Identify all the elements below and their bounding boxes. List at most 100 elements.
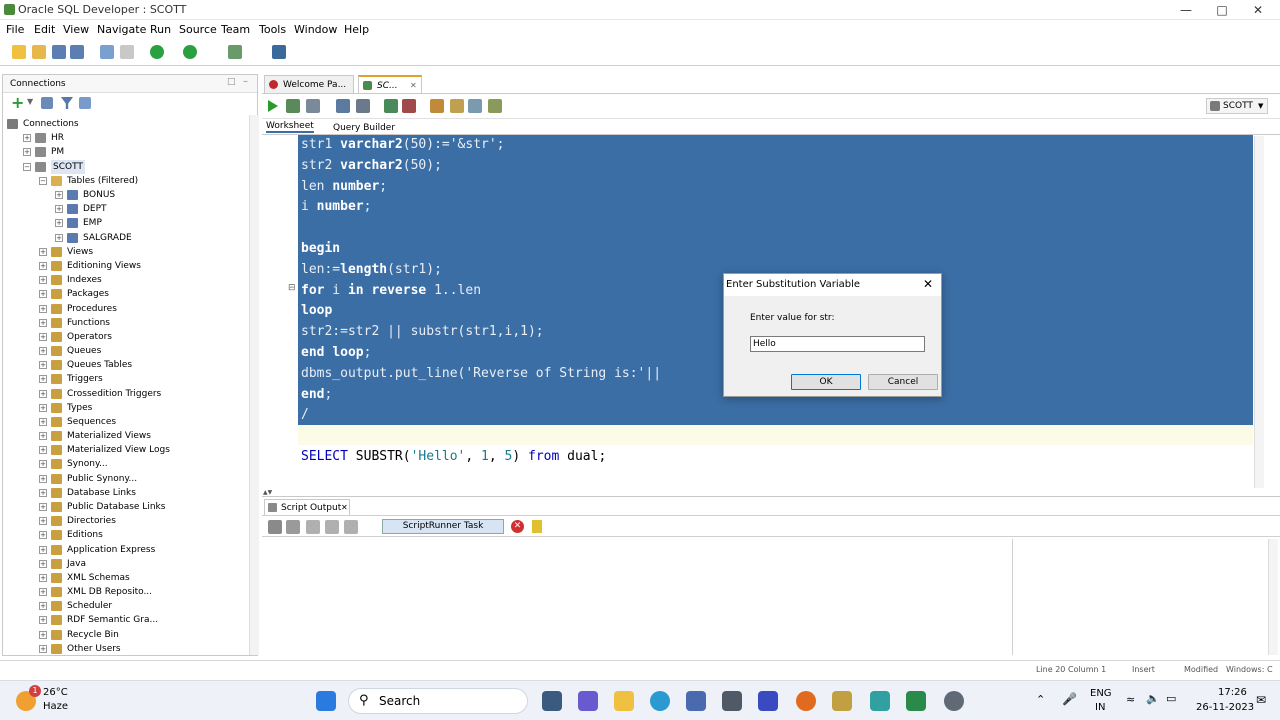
node-views[interactable]: + Views [3,245,247,259]
run-script-icon[interactable] [286,99,300,113]
wifi-icon[interactable]: ≈ [1126,693,1135,706]
expand-icon[interactable]: + [23,148,31,157]
taskbar-search[interactable]: ⚲ Search [348,688,528,714]
menu-team[interactable]: Team [221,23,250,36]
splitter-arrows-icon[interactable]: ▲▼ [263,489,283,496]
expand-icon[interactable]: + [39,545,47,554]
menu-view[interactable]: View [63,23,89,36]
expand-icon[interactable]: + [39,531,47,540]
schema-browser-icon[interactable] [79,97,91,109]
connection-pm[interactable]: + PM [3,145,247,159]
node-types[interactable]: + Types [3,401,247,415]
node-java[interactable]: + Java [3,557,247,571]
expand-icon[interactable]: + [39,503,47,512]
expand-icon[interactable]: + [39,375,47,384]
node-tables[interactable]: − Tables (Filtered) [3,174,247,188]
expand-icon[interactable]: + [39,417,47,426]
expand-icon[interactable]: + [39,261,47,270]
node-materialized-views[interactable]: + Materialized Views [3,429,247,443]
scriptrunner-task[interactable]: ScriptRunner Task [382,519,504,534]
maximize-icon[interactable]: □ [1204,0,1240,20]
connection-selector[interactable]: SCOTT ▼ [1206,98,1268,114]
cancel-task-icon[interactable]: ✕ [511,520,524,533]
table-bonus[interactable]: + BONUS [3,188,247,202]
explain-plan-icon[interactable] [336,99,350,113]
query-line[interactable]: SELECT SUBSTR('Hello', 1, 5) from dual; [301,447,606,467]
run-icon[interactable] [228,45,242,59]
tab-welcome-page[interactable]: Welcome Pa... [264,75,354,93]
node-triggers[interactable]: + Triggers [3,372,247,386]
expand-icon[interactable]: + [55,233,63,242]
node-xml-schemas[interactable]: + XML Schemas [3,571,247,585]
subtab-query-builder[interactable]: Query Builder [333,123,395,133]
expand-icon[interactable]: + [39,517,47,526]
microphone-icon[interactable]: 🎤 [1062,692,1077,706]
tab-script-output[interactable]: Script Output ✕ [264,499,350,515]
expand-icon[interactable]: + [55,205,63,214]
unshared-sql-icon[interactable] [430,99,444,113]
redo-icon[interactable] [120,45,134,59]
expand-icon[interactable]: + [39,630,47,639]
tab-scott[interactable]: SC... ✕ [358,75,422,93]
expand-icon[interactable]: + [39,318,47,327]
node-operators[interactable]: + Operators [3,330,247,344]
output-scrollbar[interactable] [1268,539,1278,655]
pin-icon[interactable] [268,520,282,534]
run-statement-icon[interactable] [268,100,278,112]
expand-icon[interactable]: + [39,588,47,597]
node-database-links[interactable]: + Database Links [3,486,247,500]
expand-icon[interactable]: + [39,361,47,370]
app-icon-2[interactable] [758,691,778,711]
clock-time[interactable]: 17:26 [1218,687,1247,698]
fold-icon[interactable]: ⊟ [288,283,296,293]
eraser-icon[interactable] [286,520,300,534]
expand-icon[interactable]: + [39,602,47,611]
menu-source[interactable]: Source [179,23,217,36]
minimize-icon[interactable]: — [1168,0,1204,20]
expand-icon[interactable]: + [39,247,47,256]
expand-icon[interactable]: + [39,488,47,497]
minimize-panel-icon[interactable]: □ [227,77,236,87]
new-icon[interactable] [12,45,26,59]
dialog-close-icon[interactable]: ✕ [923,277,933,291]
close-panel-icon[interactable]: – [243,76,248,87]
expand-icon[interactable]: + [39,573,47,582]
tree-root-connections[interactable]: Connections [3,117,247,131]
node-queues-tables[interactable]: + Queues Tables [3,358,247,372]
expand-icon[interactable]: + [39,403,47,412]
edge-icon[interactable] [650,691,670,711]
node-other-users[interactable]: + Other Users [3,642,247,656]
expand-icon[interactable]: + [55,191,63,199]
battery-icon[interactable]: ▭ [1166,692,1176,705]
save-icon[interactable] [52,45,66,59]
expand-icon[interactable]: + [39,389,47,398]
teams-icon[interactable] [578,691,598,711]
collapse-icon[interactable]: − [23,162,31,171]
node-editioning-views[interactable]: + Editioning Views [3,259,247,273]
back-icon[interactable] [150,45,164,59]
expand-icon[interactable]: + [39,616,47,625]
filter-icon[interactable] [61,97,73,109]
expand-icon[interactable]: + [39,332,47,341]
expand-icon[interactable]: + [55,219,63,228]
connection-hr[interactable]: + HR [3,131,247,145]
expand-icon[interactable]: + [39,474,47,483]
node-packages[interactable]: + Packages [3,287,247,301]
undo-icon[interactable] [100,45,114,59]
tree-scrollbar[interactable] [249,115,259,655]
node-rdf-semantic-gra[interactable]: + RDF Semantic Gra... [3,613,247,627]
expand-icon[interactable]: + [39,559,47,568]
node-editions[interactable]: + Editions [3,528,247,542]
sql-tuning-icon[interactable] [356,99,370,113]
node-public-synony[interactable]: + Public Synony... [3,472,247,486]
node-functions[interactable]: + Functions [3,316,247,330]
app-icon-1[interactable] [722,691,742,711]
expand-icon[interactable]: + [39,460,47,469]
node-scheduler[interactable]: + Scheduler [3,599,247,613]
ok-button[interactable]: OK [791,374,861,390]
editor-scrollbar[interactable] [1254,136,1264,488]
expand-icon[interactable]: + [23,134,31,143]
node-procedures[interactable]: + Procedures [3,302,247,316]
node-materialized-view-logs[interactable]: + Materialized View Logs [3,443,247,457]
menu-file[interactable]: File [6,23,24,36]
